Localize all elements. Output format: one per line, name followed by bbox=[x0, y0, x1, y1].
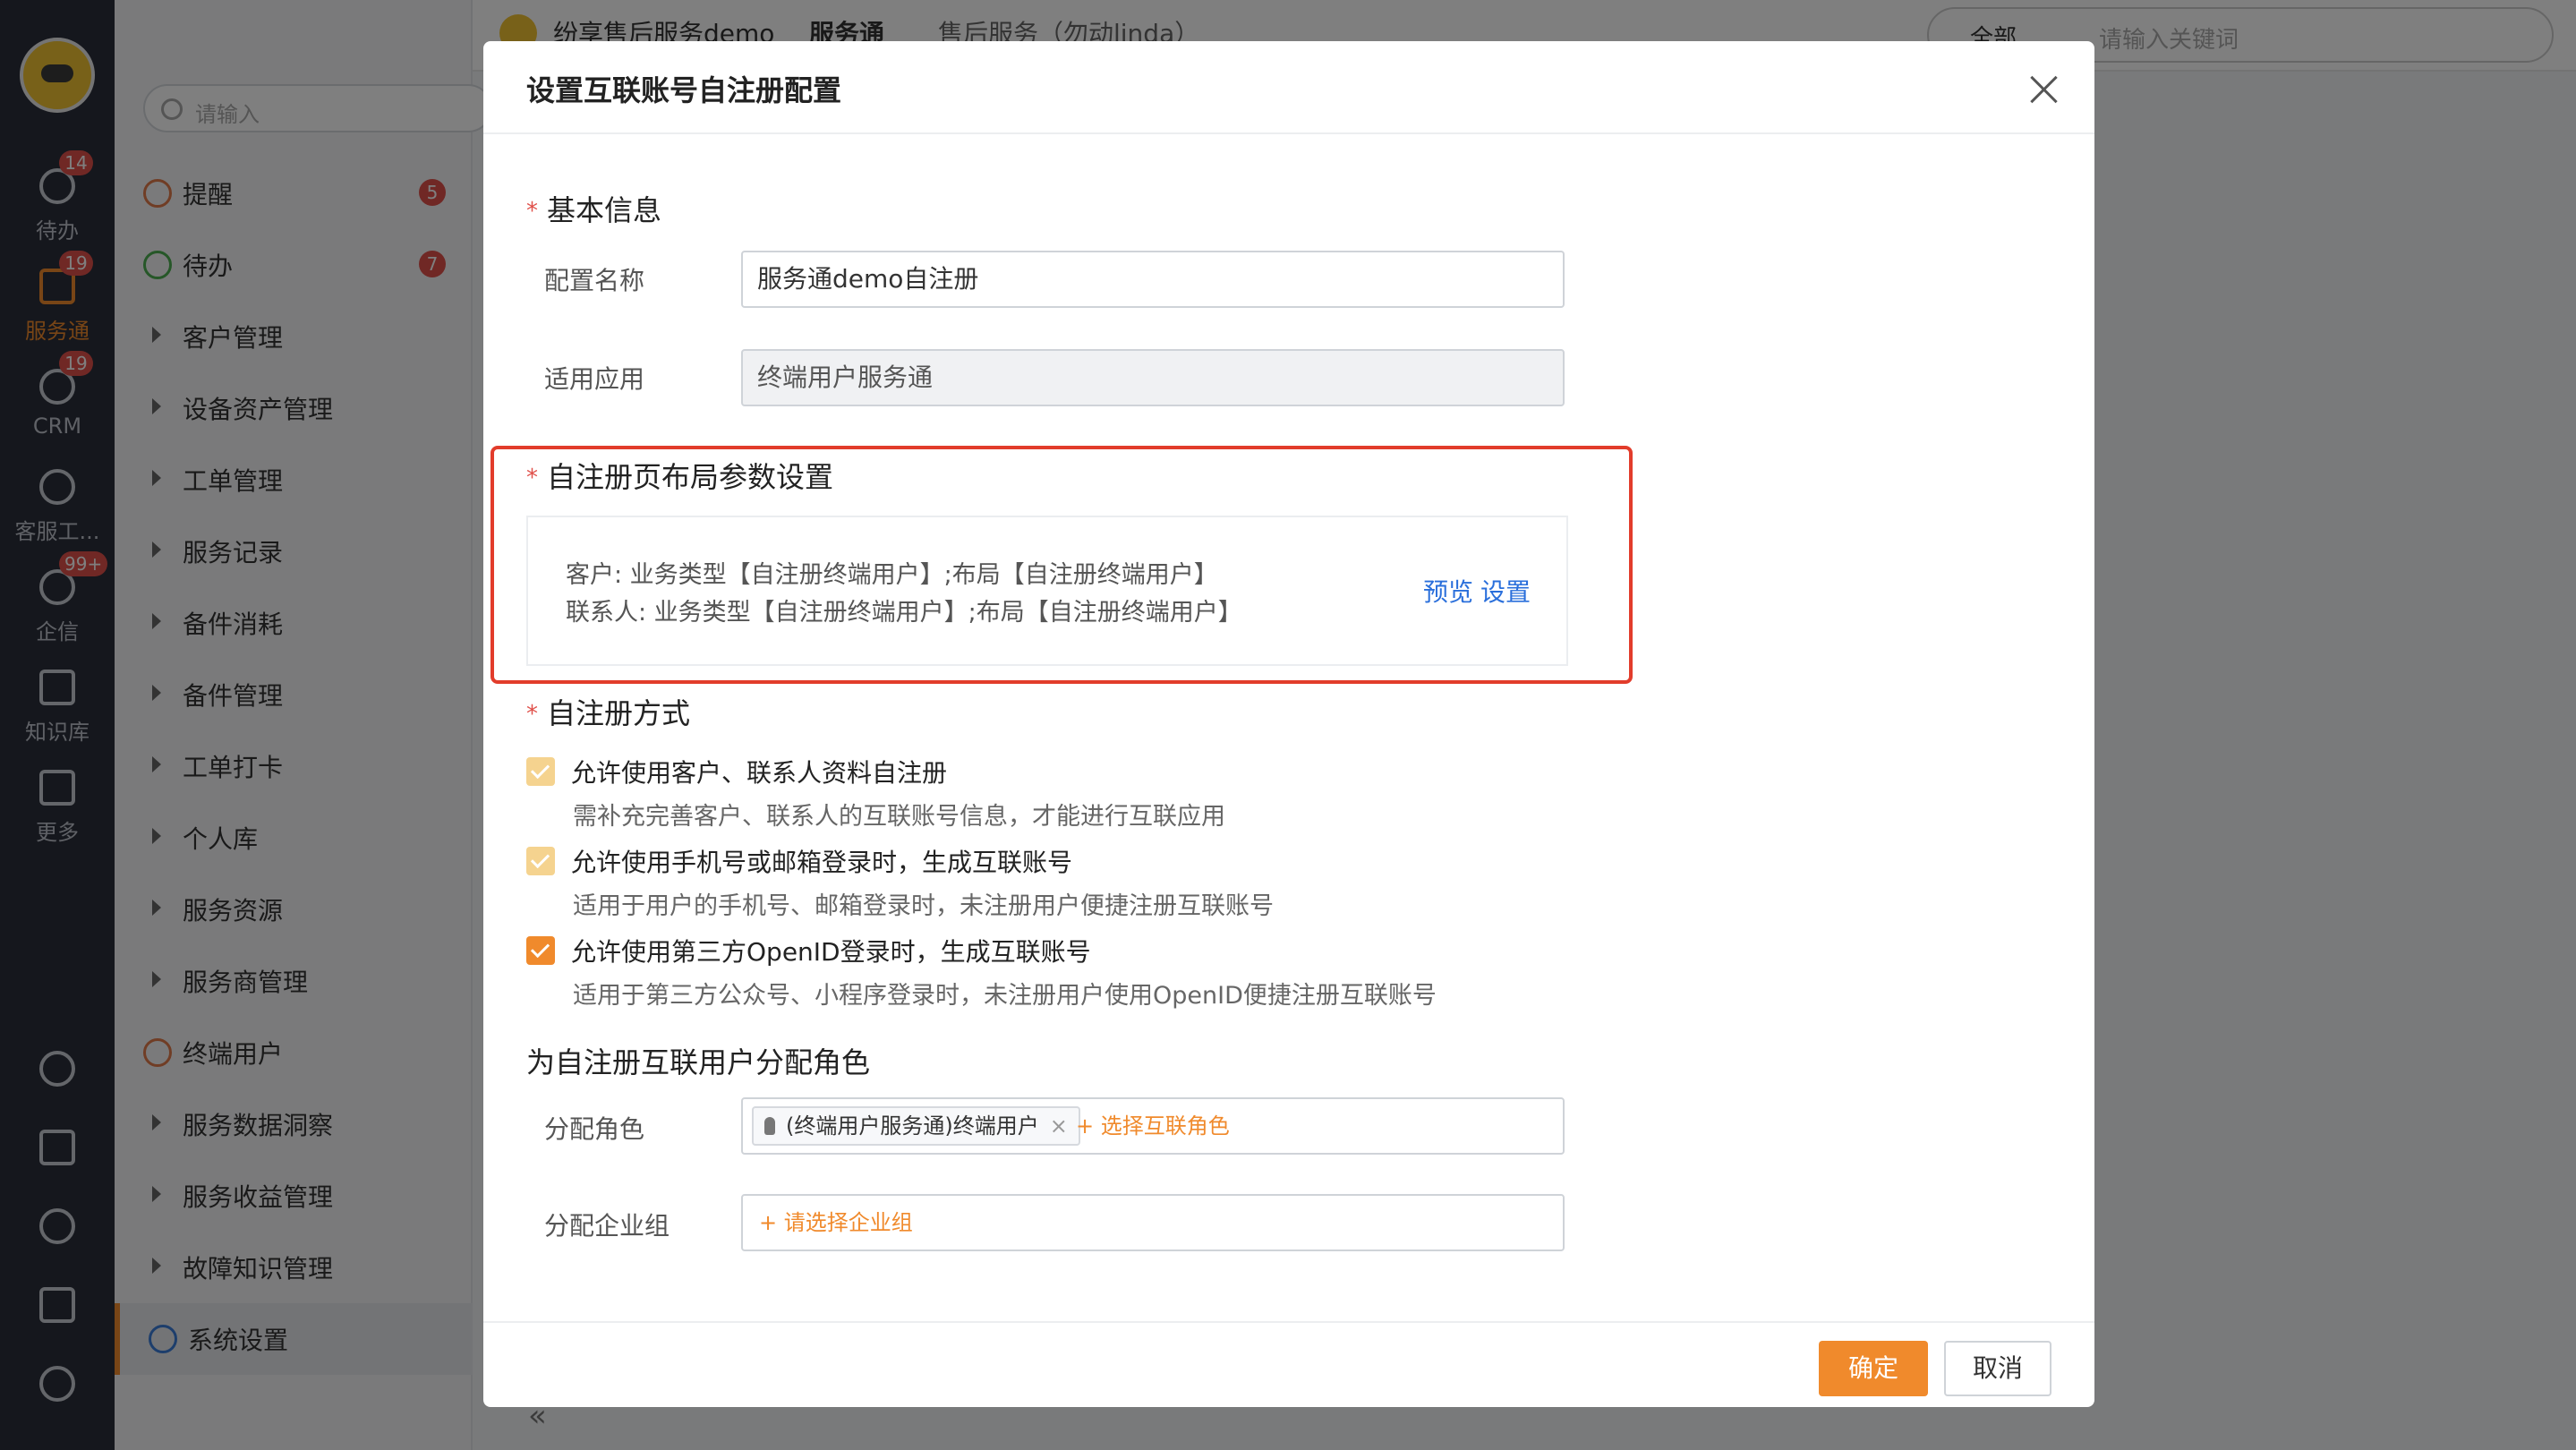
checkbox-openid[interactable] bbox=[526, 936, 555, 965]
preview-link[interactable]: 预览 bbox=[1423, 577, 1473, 607]
option-desc: 需补充完善客户、联系人的互联账号信息，才能进行互联应用 bbox=[573, 803, 1225, 831]
layout-line-contact: 联系人: 业务类型【自注册终端用户】;布局【自注册终端用户】 bbox=[566, 599, 1242, 627]
basic-info-title: 基本信息 bbox=[547, 193, 662, 227]
dialog-footer: 确定 取消 bbox=[483, 1321, 2094, 1407]
config-name-label: 配置名称 bbox=[544, 266, 645, 295]
app-field: 终端用户服务通 bbox=[741, 349, 1565, 406]
dialog-header: 设置互联账号自注册配置 bbox=[483, 41, 2094, 134]
role-input[interactable]: (终端用户服务通)终端用户 × + 选择互联角色 bbox=[741, 1097, 1565, 1155]
layout-settings-title: 自注册页布局参数设置 bbox=[547, 460, 834, 494]
option-label: 允许使用客户、联系人资料自注册 bbox=[571, 758, 948, 788]
option-phone-email[interactable]: 允许使用手机号或邮箱登录时，生成互联账号 bbox=[526, 841, 1600, 881]
cancel-button[interactable]: 取消 bbox=[1944, 1341, 2051, 1396]
option-openid[interactable]: 允许使用第三方OpenID登录时，生成互联账号 bbox=[526, 931, 1600, 970]
option-desc: 适用于第三方公众号、小程序登录时，未注册用户使用OpenID便捷注册互联账号 bbox=[573, 982, 1437, 1010]
confirm-button[interactable]: 确定 bbox=[1819, 1341, 1928, 1396]
required-mark: * bbox=[526, 465, 538, 491]
checkbox-customer-contact[interactable] bbox=[526, 757, 555, 786]
option-label: 允许使用手机号或邮箱登录时，生成互联账号 bbox=[571, 848, 1073, 877]
layout-actions: 预览 设置 bbox=[1423, 573, 1538, 609]
settings-link[interactable]: 设置 bbox=[1480, 577, 1531, 607]
config-name-input[interactable]: 服务通demo自注册 bbox=[741, 251, 1565, 308]
register-method-title: 自注册方式 bbox=[547, 696, 691, 730]
select-role-link[interactable]: + 选择互联角色 bbox=[1076, 1106, 1230, 1146]
person-icon bbox=[764, 1117, 775, 1135]
option-desc: 适用于用户的手机号、邮箱登录时，未注册用户便捷注册互联账号 bbox=[573, 892, 1274, 920]
basic-info-heading: * 基本信息 bbox=[526, 188, 661, 229]
close-icon[interactable] bbox=[2026, 72, 2062, 107]
role-assign-heading: 为自注册互联用户分配角色 bbox=[526, 1045, 871, 1079]
layout-settings-heading: * 自注册页布局参数设置 bbox=[526, 455, 833, 496]
self-registration-dialog: 设置互联账号自注册配置 * 基本信息 配置名称 服务通demo自注册 适用应用 终… bbox=[483, 41, 2094, 1407]
dialog-title: 设置互联账号自注册配置 bbox=[526, 73, 842, 107]
remove-tag-icon[interactable]: × bbox=[1050, 1113, 1068, 1139]
select-group-link[interactable]: + 请选择企业组 bbox=[759, 1203, 913, 1242]
checkbox-phone-email[interactable] bbox=[526, 847, 555, 875]
required-mark: * bbox=[526, 198, 538, 225]
app-label: 适用应用 bbox=[544, 364, 645, 394]
layout-params-box: 客户: 业务类型【自注册终端用户】;布局【自注册终端用户】 联系人: 业务类型【… bbox=[526, 516, 1568, 666]
role-tag-label: (终端用户服务通)终端用户 bbox=[786, 1113, 1039, 1139]
group-label: 分配企业组 bbox=[544, 1211, 670, 1241]
option-label: 允许使用第三方OpenID登录时，生成互联账号 bbox=[571, 937, 1091, 967]
role-label: 分配角色 bbox=[544, 1114, 645, 1144]
register-method-heading: * 自注册方式 bbox=[526, 691, 690, 732]
layout-line-customer: 客户: 业务类型【自注册终端用户】;布局【自注册终端用户】 bbox=[566, 561, 1218, 589]
role-tag: (终端用户服务通)终端用户 × bbox=[752, 1106, 1080, 1146]
group-input[interactable]: + 请选择企业组 bbox=[741, 1194, 1565, 1251]
option-customer-contact[interactable]: 允许使用客户、联系人资料自注册 bbox=[526, 752, 1600, 791]
required-mark: * bbox=[526, 701, 538, 728]
